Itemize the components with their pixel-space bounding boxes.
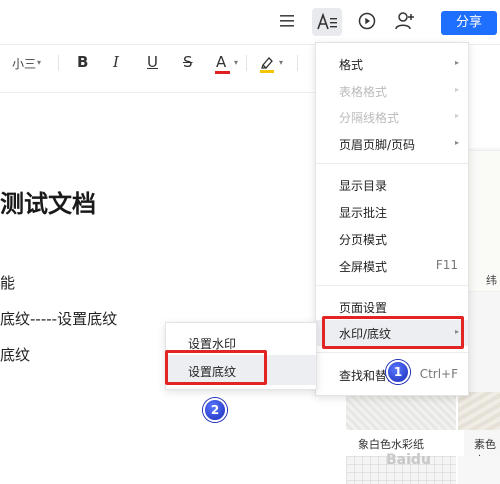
menu-item-label: 格式: [339, 58, 364, 72]
chevron-right-icon: ▸: [454, 111, 459, 120]
menu-separator: [316, 163, 468, 164]
texture-thumbnail[interactable]: [458, 392, 500, 430]
font-size-select[interactable]: 小三: [12, 55, 36, 72]
menu-item-label: 分隔线格式: [339, 111, 400, 125]
font-color-swatch: [215, 71, 230, 74]
texture-thumbnail[interactable]: [346, 392, 456, 430]
share-button[interactable]: 分享: [441, 11, 497, 35]
divider: [0, 92, 320, 93]
menu-item-label: 表格格式: [339, 85, 388, 99]
divider: [246, 55, 247, 71]
divider: [297, 55, 298, 71]
font-style-icon[interactable]: [312, 8, 342, 36]
document-title[interactable]: 测试文档: [0, 184, 96, 219]
menu-item-table-format: 表格格式 ▸: [316, 78, 468, 104]
menu-item-page-mode[interactable]: 分页模式: [316, 226, 468, 252]
document-line[interactable]: 底纹: [0, 344, 30, 365]
bold-button[interactable]: B: [77, 53, 88, 71]
shortcut-label: F11: [435, 258, 458, 272]
menu-item-show-comments[interactable]: 显示批注: [316, 199, 468, 225]
font-color-button[interactable]: A: [216, 53, 226, 71]
chevron-right-icon: ▸: [454, 58, 459, 67]
italic-button[interactable]: I: [113, 53, 119, 71]
watermark-logo: Baidu: [386, 452, 431, 468]
menu-item-header-footer[interactable]: 页眉页脚/页码 ▸: [316, 131, 468, 157]
menu-separator: [316, 285, 468, 286]
chevron-right-icon: ▸: [454, 85, 459, 94]
document-line[interactable]: 底纹-----设置底纹: [0, 308, 117, 329]
texture-thumbnail[interactable]: [458, 456, 500, 484]
menu-item-label: 显示批注: [339, 206, 388, 220]
texture-label: 纬: [486, 274, 497, 287]
add-user-icon[interactable]: [394, 11, 416, 31]
menu-item-label: 全屏模式: [339, 260, 388, 274]
highlight-box: [165, 350, 267, 385]
menu-item-fullscreen[interactable]: 全屏模式 F11: [316, 253, 468, 279]
texture-thumbnail[interactable]: [466, 150, 500, 292]
strikethrough-button[interactable]: S: [183, 53, 193, 71]
menu-separator: [316, 352, 468, 353]
highlight-box: [322, 316, 464, 349]
menu-item-divider-format: 分隔线格式 ▸: [316, 104, 468, 130]
divider: [58, 55, 59, 71]
document-line[interactable]: 能: [0, 272, 15, 293]
shortcut-label: Ctrl+F: [419, 367, 458, 381]
highlighter-icon[interactable]: [258, 54, 276, 74]
chevron-down-icon[interactable]: ▾: [279, 58, 283, 67]
menu-icon[interactable]: [278, 12, 296, 30]
top-toolbar: [0, 0, 500, 44]
chevron-down-icon[interactable]: ▾: [37, 58, 41, 67]
menu-item-format[interactable]: 格式 ▸: [316, 51, 468, 77]
step-badge: 1: [386, 360, 410, 384]
step-badge: 2: [203, 398, 227, 422]
chevron-right-icon: ▸: [454, 138, 459, 147]
texture-label: 象白色水彩纸: [358, 438, 424, 451]
chevron-down-icon[interactable]: ▾: [234, 58, 238, 67]
play-icon[interactable]: [358, 12, 376, 30]
menu-item-label: 页面设置: [339, 301, 388, 315]
menu-item-show-toc[interactable]: 显示目录: [316, 172, 468, 198]
menu-item-label: 页眉页脚/页码: [339, 138, 416, 152]
menu-item-label: 分页模式: [339, 233, 388, 247]
underline-button[interactable]: U: [147, 53, 158, 71]
menu-item-label: 显示目录: [339, 179, 388, 193]
